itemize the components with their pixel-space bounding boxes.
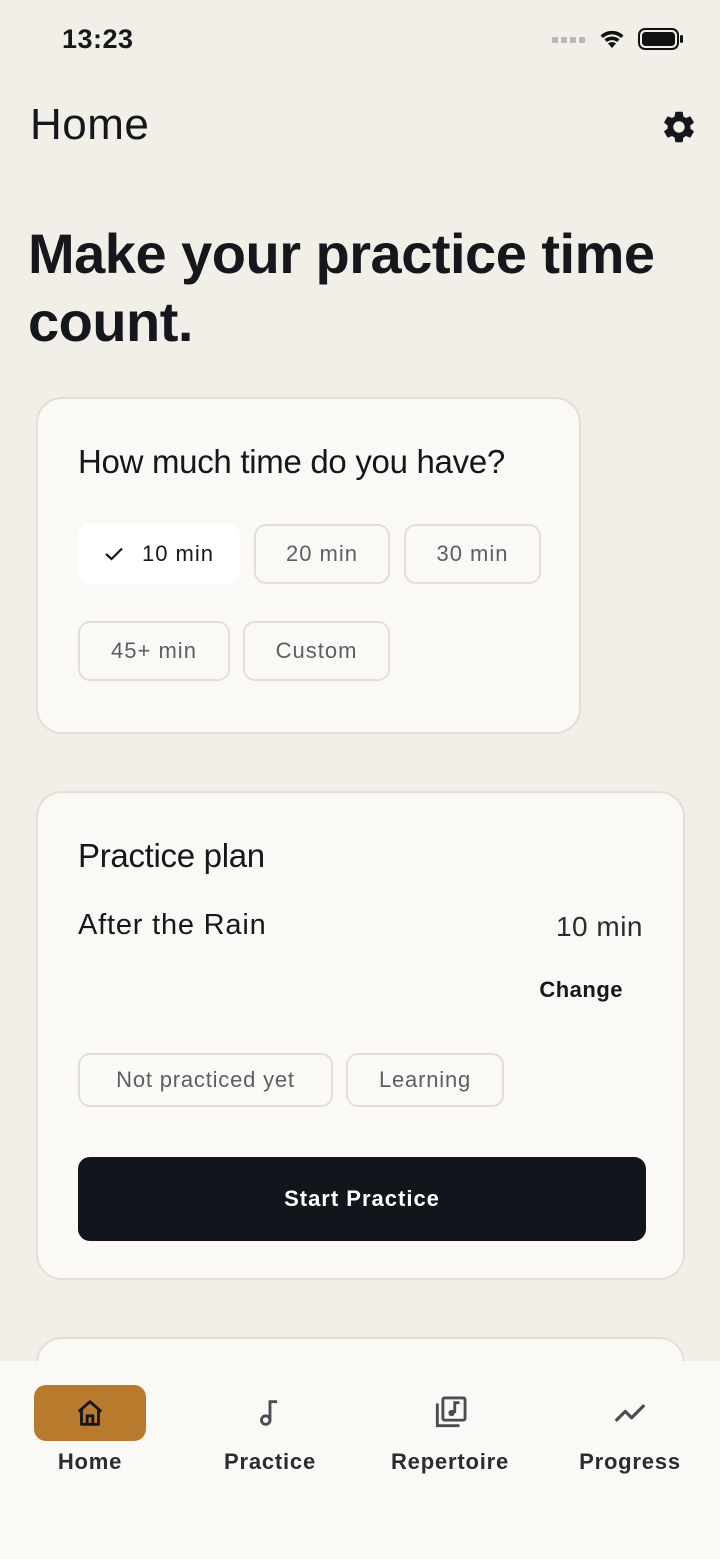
- page-title: Home: [30, 100, 150, 149]
- time-chip-custom[interactable]: Custom: [243, 621, 390, 681]
- time-chip-label: 20 min: [285, 541, 359, 566]
- time-chip-20[interactable]: 20 min: [254, 524, 390, 584]
- checkmark-icon: [104, 546, 124, 562]
- time-chip-45-plus[interactable]: 45+ min: [78, 621, 230, 681]
- hero-headline: Make your practice time count.: [28, 222, 655, 353]
- tab-label: Progress: [579, 1449, 681, 1474]
- piece-title: After the Rain: [78, 909, 267, 941]
- wifi-icon: [600, 30, 624, 48]
- tab-home[interactable]: Home: [0, 1361, 180, 1491]
- time-selection-card: How much time do you have? 10 min 20 min…: [36, 397, 581, 734]
- status-tag: Not practiced yet: [78, 1053, 333, 1107]
- signal-icon: [552, 37, 585, 43]
- level-tag: Learning: [346, 1053, 504, 1107]
- time-chip-label: 10 min: [141, 541, 215, 566]
- status-tag-label: Not practiced yet: [116, 1067, 295, 1092]
- battery-icon: [638, 28, 683, 50]
- tab-practice[interactable]: Practice: [180, 1361, 360, 1491]
- gear-icon: [664, 111, 694, 143]
- time-card-title: How much time do you have?: [78, 443, 505, 480]
- piece-duration: 10 min: [555, 911, 643, 942]
- time-chip-label: 45+ min: [111, 638, 197, 663]
- tab-repertoire[interactable]: Repertoire: [360, 1361, 540, 1491]
- plan-card-title: Practice plan: [78, 837, 265, 874]
- tab-progress[interactable]: Progress: [540, 1361, 720, 1491]
- status-bar: 13:23: [0, 0, 720, 80]
- status-time: 13:23: [62, 24, 134, 54]
- change-button[interactable]: Change: [539, 977, 623, 1003]
- practice-plan-card: Practice plan After the Rain 10 min Chan…: [36, 791, 685, 1280]
- music-note-icon: [260, 1400, 278, 1426]
- bottom-tab-bar: Home Practice Repertoire Progress: [0, 1361, 720, 1559]
- library-music-icon: [435, 1396, 467, 1428]
- status-icons: [552, 28, 684, 50]
- time-chip-10[interactable]: 10 min: [78, 524, 240, 584]
- home-icon: [77, 1400, 103, 1426]
- time-chip-30[interactable]: 30 min: [404, 524, 541, 584]
- tab-label: Repertoire: [390, 1449, 510, 1474]
- start-practice-button[interactable]: Start Practice: [78, 1157, 646, 1241]
- tab-label: Home: [57, 1449, 123, 1474]
- tab-label: Practice: [223, 1449, 316, 1474]
- level-tag-label: Learning: [378, 1067, 472, 1092]
- trending-icon: [614, 1403, 646, 1423]
- time-chip-label: 30 min: [436, 541, 509, 566]
- time-chip-label: Custom: [275, 638, 358, 663]
- settings-button[interactable]: [660, 108, 698, 146]
